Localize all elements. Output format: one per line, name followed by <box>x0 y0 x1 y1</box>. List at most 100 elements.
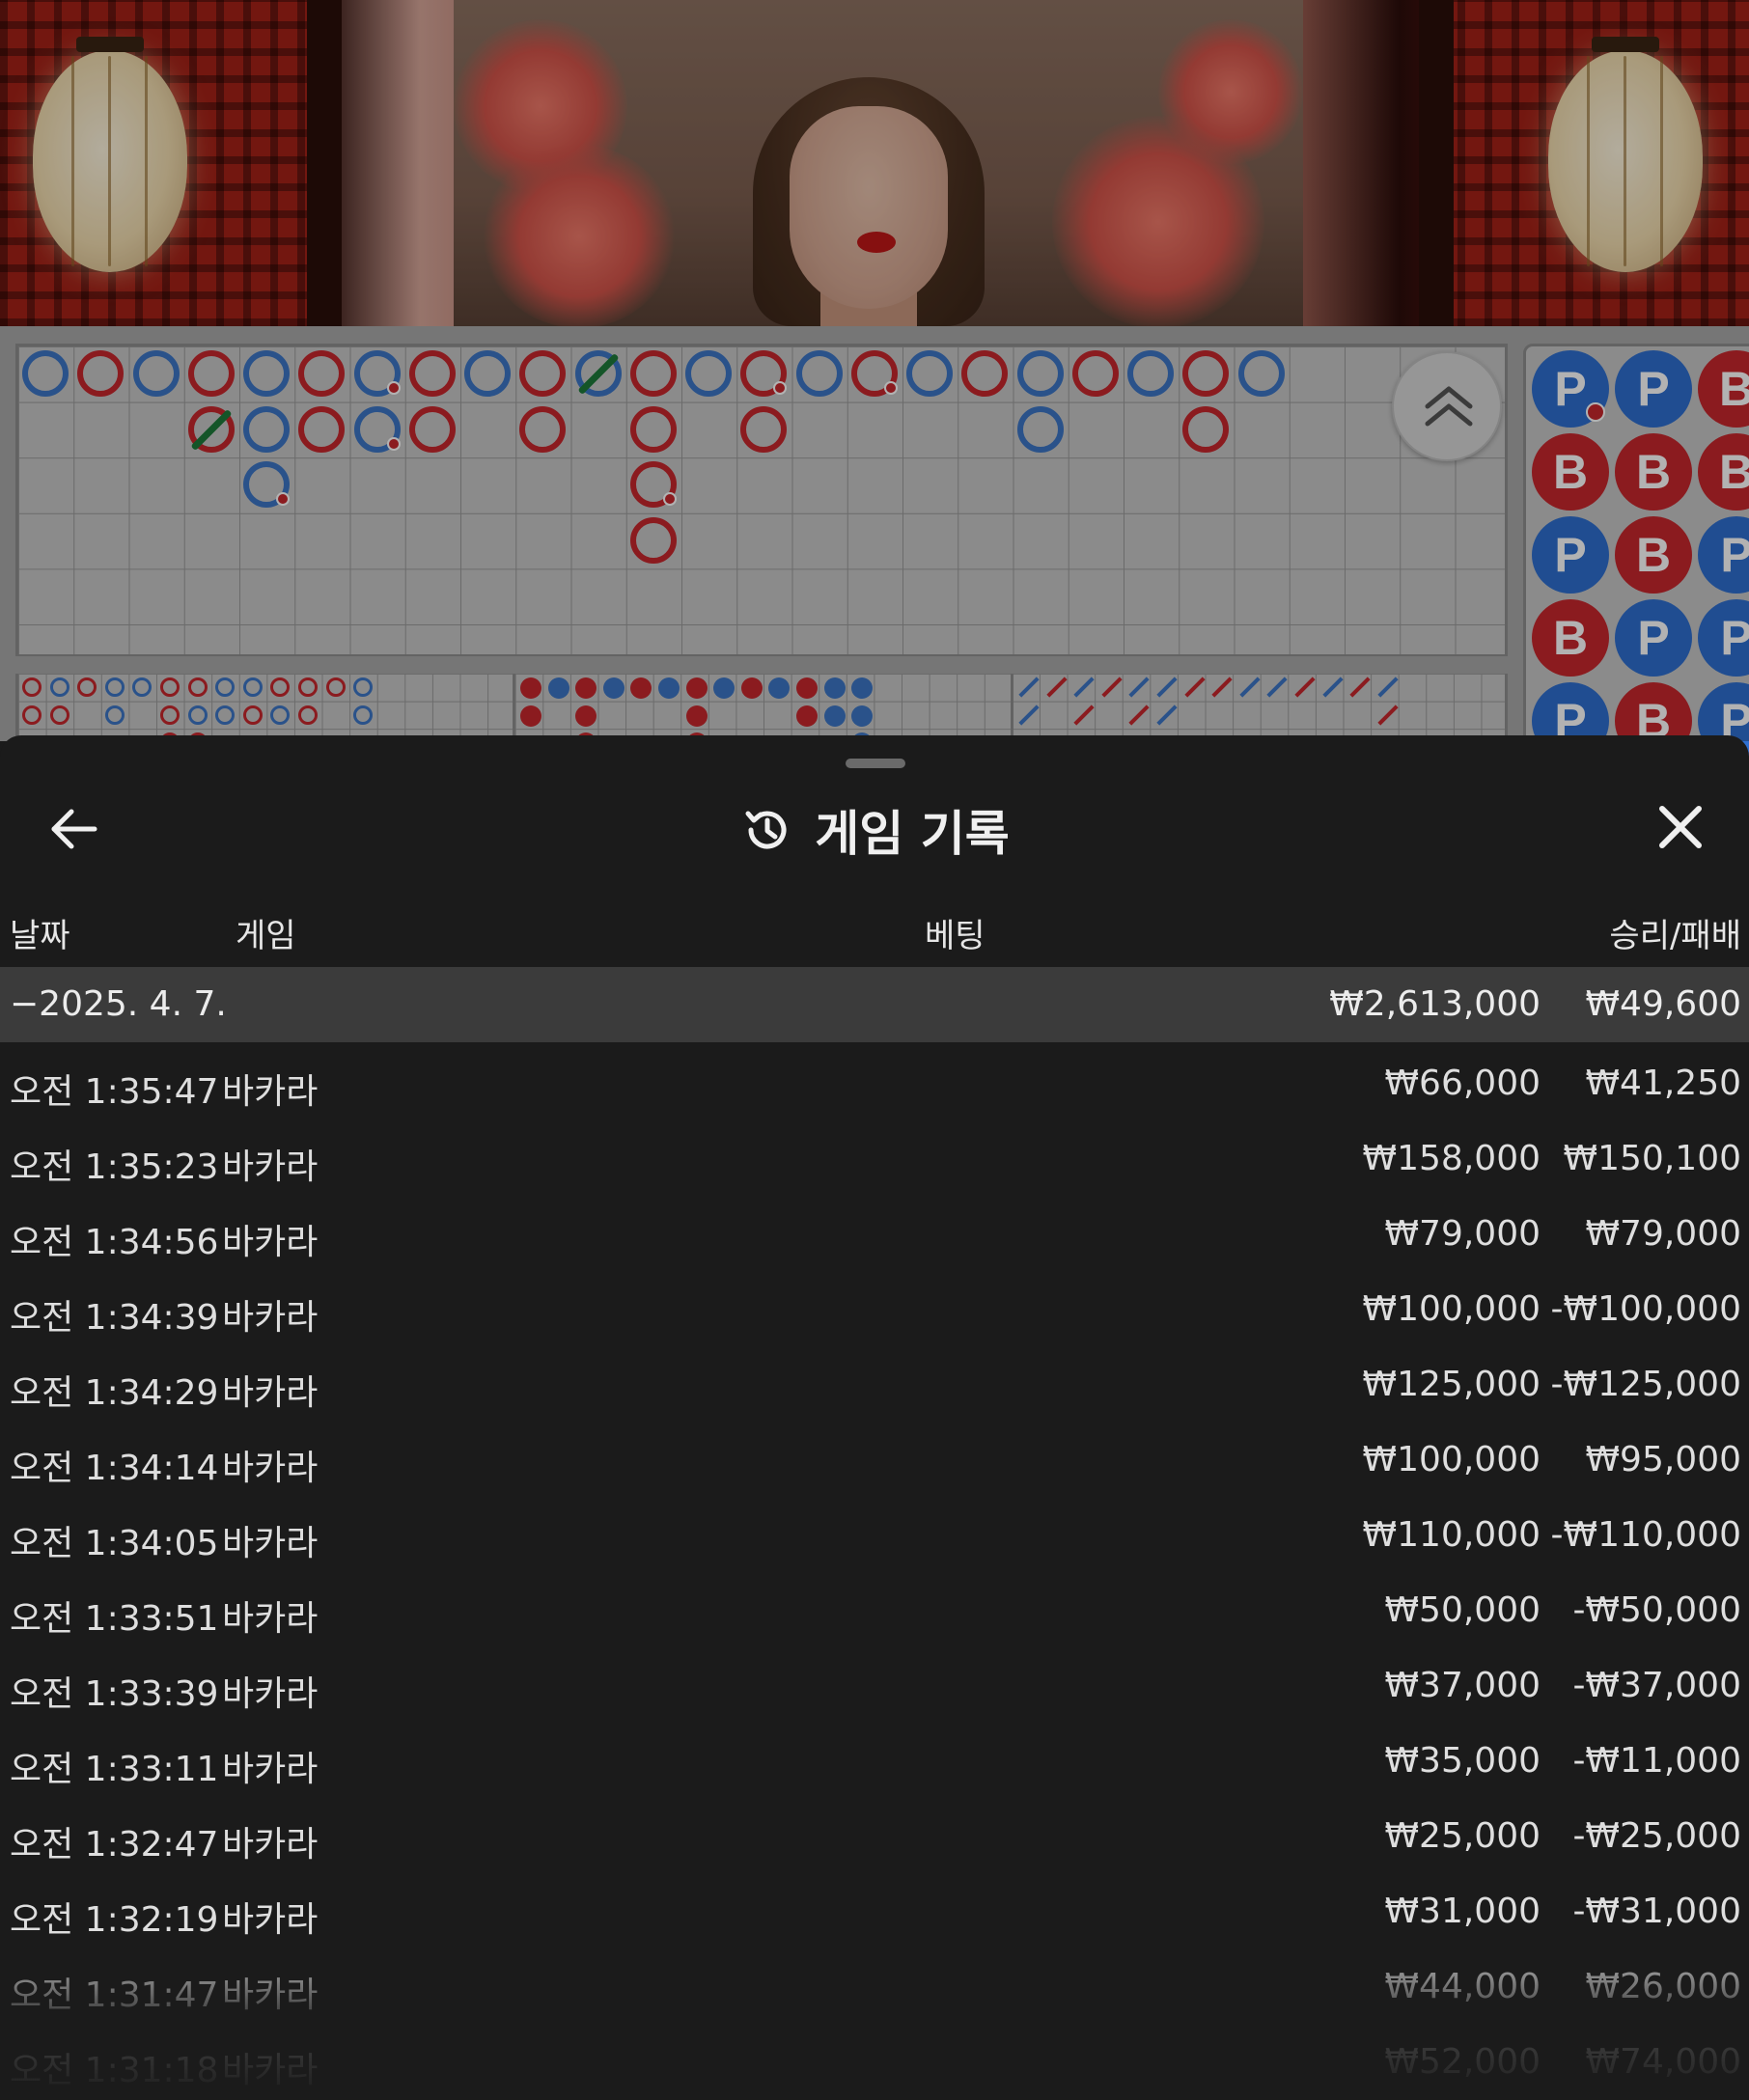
big-eye-mark <box>22 677 42 697</box>
table-row[interactable]: 오전 1:34:56 바카라 ₩79,000 ₩79,000 <box>0 1199 1749 1274</box>
row-bet: ₩35,000 <box>1384 1741 1541 1781</box>
table-row[interactable]: 오전 1:34:39 바카라 ₩100,000 -₩100,000 <box>0 1274 1749 1349</box>
banker-ring <box>1182 405 1230 453</box>
big-eye-mark <box>298 705 318 725</box>
banker-ring <box>187 350 235 397</box>
banker-ring <box>408 405 456 453</box>
table-row[interactable]: 오전 1:33:39 바카라 ₩37,000 -₩37,000 <box>0 1650 1749 1726</box>
big-eye-mark <box>242 705 263 725</box>
row-win-loss: ₩150,100 <box>1563 1139 1741 1178</box>
table-row[interactable]: 오전 1:35:23 바카라 ₩158,000 ₩150,100 <box>0 1123 1749 1199</box>
cockroach-mark <box>1073 677 1095 698</box>
row-game: 바카라 <box>222 1750 319 1789</box>
cockroach-mark <box>1018 677 1040 698</box>
bead-banker: B <box>1615 433 1692 511</box>
cockroach-mark <box>1128 677 1150 698</box>
date-group-date: −2025. 4. 7. <box>10 984 227 1024</box>
row-game: 바카라 <box>222 1599 319 1639</box>
table-row[interactable]: 오전 1:35:47 바카라 ₩66,000 ₩41,250 <box>0 1048 1749 1123</box>
small-road-mark <box>823 705 846 727</box>
small-road-mark <box>796 705 818 727</box>
big-eye-mark <box>187 705 208 725</box>
row-bet: ₩158,000 <box>1362 1139 1541 1178</box>
column-header-win-loss: 승리/패배 <box>1609 917 1741 955</box>
date-group-header[interactable]: −2025. 4. 7. ₩2,613,000 ₩49,600 <box>0 967 1749 1042</box>
column-header-game: 게임 <box>236 917 296 955</box>
row-time: 오전 1:35:47 <box>10 1072 219 1112</box>
row-game: 바카라 <box>222 1674 319 1714</box>
small-road-mark <box>713 677 736 699</box>
small-road-mark <box>685 677 708 699</box>
small-road-mark <box>602 677 625 699</box>
row-time: 오전 1:34:56 <box>10 1223 219 1262</box>
big-eye-mark <box>325 677 346 697</box>
cockroach-mark <box>1073 704 1095 726</box>
row-time: 오전 1:34:14 <box>10 1449 219 1488</box>
bead-player: P <box>1698 599 1749 677</box>
table-row[interactable]: 오전 1:33:51 바카라 ₩50,000 -₩50,000 <box>0 1575 1749 1650</box>
player-ring <box>1127 350 1174 397</box>
big-eye-mark <box>298 677 318 697</box>
small-road-mark <box>740 677 763 699</box>
bead-banker: B <box>1532 599 1609 677</box>
app-root: PPBBBBPBPBPPPBP 게임 기록 날짜 게임 베팅 승리/패배 −20… <box>0 0 1749 2100</box>
column-header-date: 날짜 <box>10 917 70 955</box>
pair-dot <box>883 381 898 395</box>
banker-ring <box>961 350 1009 397</box>
game-history-sheet: 게임 기록 날짜 게임 베팅 승리/패배 −2025. 4. 7. ₩2,613… <box>0 735 1749 2100</box>
pair-dot <box>386 381 401 395</box>
bead-player: P <box>1698 516 1749 594</box>
lantern-left <box>33 37 187 272</box>
row-win-loss: ₩79,000 <box>1585 1214 1741 1254</box>
player-ring <box>1237 350 1285 397</box>
big-eye-mark <box>104 677 125 697</box>
banker-ring <box>629 516 677 564</box>
row-win-loss: ₩95,000 <box>1585 1440 1741 1479</box>
table-row[interactable]: 오전 1:33:11 바카라 ₩35,000 -₩11,000 <box>0 1726 1749 1801</box>
bead-banker: B <box>1532 433 1609 511</box>
table-row[interactable]: 오전 1:34:05 바카라 ₩110,000 -₩110,000 <box>0 1500 1749 1575</box>
row-win-loss: -₩100,000 <box>1550 1289 1741 1329</box>
live-dealer-video <box>0 0 1749 326</box>
row-bet: ₩25,000 <box>1384 1816 1541 1856</box>
small-road-mark <box>520 677 541 699</box>
row-game: 바카라 <box>222 1449 319 1488</box>
bead-player: P <box>1532 516 1609 594</box>
collapse-roadmap-button[interactable] <box>1392 351 1502 461</box>
row-bet: ₩31,000 <box>1384 1892 1541 1931</box>
dealer-face <box>790 106 948 309</box>
bead-banker: B <box>1615 516 1692 594</box>
small-road-mark <box>685 705 708 727</box>
banker-ring <box>519 350 567 397</box>
row-bet: ₩110,000 <box>1362 1515 1541 1555</box>
bead-player: P <box>1615 599 1692 677</box>
history-list: 오전 1:35:47 바카라 ₩66,000 ₩41,250 오전 1:35:23 바카라… <box>0 1048 1749 2090</box>
row-bet: ₩66,000 <box>1384 1064 1541 1103</box>
small-road-mark <box>658 677 680 699</box>
pair-dot <box>662 492 677 507</box>
blossom-decoration <box>1158 19 1303 164</box>
big-eye-mark <box>215 705 236 725</box>
sheet-drag-handle[interactable] <box>846 759 905 768</box>
pair-dot <box>773 381 788 395</box>
row-bet: ₩37,000 <box>1384 1666 1541 1705</box>
bead-plate: PPBBBBPBPBPPPBP <box>1523 344 1749 760</box>
big-eye-mark <box>49 677 69 697</box>
big-eye-mark <box>22 705 42 725</box>
player-ring <box>243 350 290 397</box>
table-row[interactable]: 오전 1:34:14 바카라 ₩100,000 ₩95,000 <box>0 1424 1749 1500</box>
row-time: 오전 1:33:11 <box>10 1750 219 1789</box>
big-road <box>15 344 1508 656</box>
small-road-mark <box>796 677 818 699</box>
bead-banker: B <box>1698 433 1749 511</box>
close-button[interactable] <box>1647 793 1714 861</box>
banker-ring <box>1182 350 1230 397</box>
big-eye-mark <box>353 677 374 697</box>
table-row[interactable]: 오전 1:34:29 바카라 ₩125,000 -₩125,000 <box>0 1349 1749 1424</box>
player-ring <box>685 350 732 397</box>
small-road-mark <box>851 677 874 699</box>
history-clock-icon <box>745 811 787 849</box>
table-row[interactable]: 오전 1:32:47 바카라 ₩25,000 -₩25,000 <box>0 1801 1749 1876</box>
big-eye-mark <box>215 677 236 697</box>
column-header-bet: 베팅 <box>925 917 986 955</box>
